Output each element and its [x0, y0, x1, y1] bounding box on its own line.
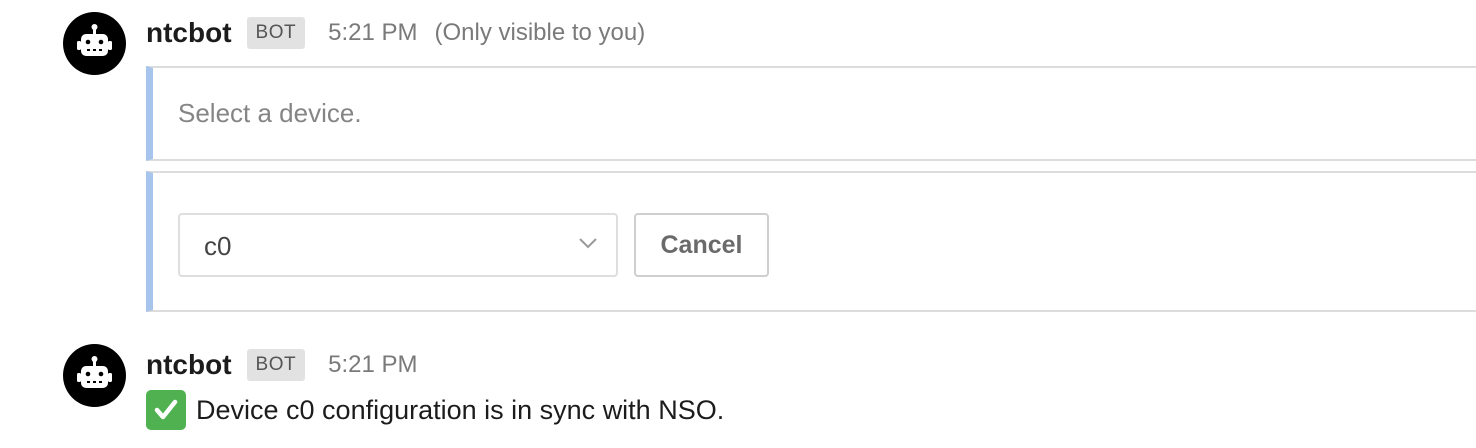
timestamp[interactable]: 5:21 PM [328, 19, 417, 47]
sender-name[interactable]: ntcbot [146, 17, 232, 49]
robot-icon [77, 24, 112, 56]
attachment-text: Select a device. [178, 98, 362, 128]
bot-badge: BOT [246, 17, 306, 49]
message-header: ntcbot BOT 5:21 PM [146, 347, 417, 383]
cancel-button[interactable]: Cancel [634, 213, 769, 277]
message-1: ntcbot BOT 5:21 PM (Only visible to you)… [0, 0, 1476, 320]
robot-icon [77, 356, 112, 388]
device-select[interactable]: c0 [178, 213, 618, 277]
check-mark-icon [146, 390, 186, 430]
message-text: Device c0 configuration is in sync with … [146, 389, 724, 431]
sender-name[interactable]: ntcbot [146, 349, 232, 381]
chevron-down-icon [579, 238, 597, 249]
device-select-value: c0 [204, 231, 232, 261]
attachment-text-block: Select a device. [146, 66, 1476, 161]
message-header: ntcbot BOT 5:21 PM (Only visible to you) [146, 15, 645, 51]
bot-avatar[interactable] [63, 344, 126, 407]
attachment-actions-block: c0 Cancel [146, 171, 1476, 312]
message-body: Device c0 configuration is in sync with … [196, 394, 725, 425]
bot-badge: BOT [246, 349, 306, 381]
bot-avatar[interactable] [63, 12, 126, 75]
ephemeral-note: (Only visible to you) [434, 19, 646, 46]
timestamp[interactable]: 5:21 PM [328, 351, 417, 379]
